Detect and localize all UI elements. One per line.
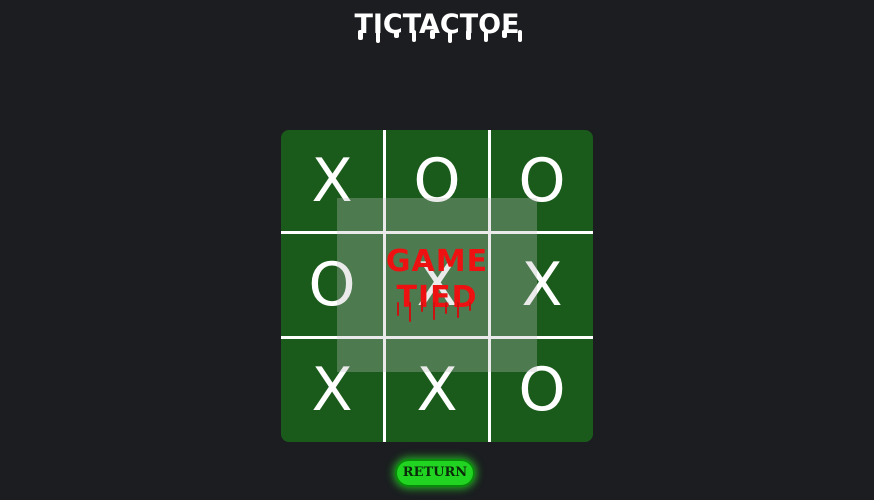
title-drip-decoration [358,30,522,43]
result-line-1: GAME [385,244,489,279]
result-drip-decoration [397,302,471,322]
return-button[interactable]: RETURN [395,459,475,487]
